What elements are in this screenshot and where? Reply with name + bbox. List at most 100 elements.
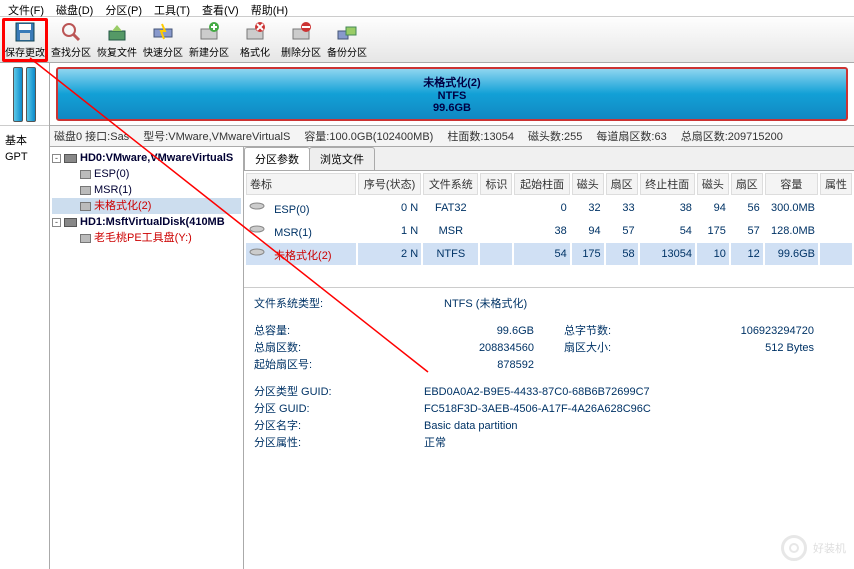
- col-id[interactable]: 标识: [480, 173, 512, 195]
- menu-view[interactable]: 查看(V): [196, 1, 245, 15]
- menu-help[interactable]: 帮助(H): [245, 1, 294, 15]
- volume-icon: [249, 222, 271, 236]
- disk-status-bar: 磁盘0 接口:Sas 型号:VMware,VMwareVirtualS 容量:1…: [50, 125, 854, 147]
- col-eh[interactable]: 磁头: [697, 173, 729, 195]
- tab-partition-params[interactable]: 分区参数: [244, 147, 310, 170]
- info-type-guid-label: 分区类型 GUID:: [254, 384, 364, 401]
- block-name: 未格式化(2): [423, 74, 480, 90]
- partition-map[interactable]: 未格式化(2) NTFS 99.6GB: [50, 63, 854, 125]
- info-bytes-label: 总字节数:: [564, 323, 644, 340]
- disk-tree[interactable]: -HD0:VMware,VMwareVirtualS ESP(0) MSR(1)…: [50, 147, 244, 569]
- menu-bar: 文件(F) 磁盘(D) 分区(P) 工具(T) 查看(V) 帮助(H): [0, 0, 854, 17]
- watermark: 好装机: [781, 535, 846, 561]
- col-cap[interactable]: 容量: [765, 173, 818, 195]
- recover-label: 恢复文件: [97, 44, 137, 59]
- volume-icon: [80, 202, 91, 211]
- tree-part-petools[interactable]: 老毛桃PE工具盘(Y:): [52, 230, 241, 246]
- partition-info: 文件系统类型:NTFS (未格式化) 总容量:99.6GB总字节数:106923…: [244, 287, 854, 460]
- volume-icon: [80, 186, 91, 195]
- col-sh[interactable]: 磁头: [572, 173, 604, 195]
- delete-icon: [290, 21, 312, 43]
- info-part-guid: FC518F3D-3AEB-4506-A17F-4A26A628C96C: [364, 401, 651, 418]
- volume-icon: [80, 170, 91, 179]
- tree-disk-hd0[interactable]: -HD0:VMware,VMwareVirtualS: [52, 150, 241, 166]
- info-sectors: 208834560: [364, 340, 564, 357]
- col-sc[interactable]: 起始柱面: [514, 173, 569, 195]
- save-label: 保存更改: [5, 44, 45, 59]
- new-partition-button[interactable]: 新建分区: [186, 18, 232, 62]
- table-row[interactable]: MSR(1)1 NMSR3894575417557128.0MB: [246, 220, 852, 241]
- col-ec[interactable]: 终止柱面: [640, 173, 695, 195]
- status-sectors-per-track: 每道扇区数:63: [596, 128, 666, 144]
- toolbar: 保存更改 查找分区 恢复文件 快速分区 新建分区 格式化 删除分区 备份分区: [0, 17, 854, 63]
- info-fs-value: NTFS (未格式化): [364, 296, 527, 313]
- watermark-text: 好装机: [813, 540, 846, 556]
- partition-block-unformatted[interactable]: 未格式化(2) NTFS 99.6GB: [56, 67, 848, 121]
- col-ss[interactable]: 扇区: [606, 173, 638, 195]
- tree-part-unformatted[interactable]: 未格式化(2): [52, 198, 241, 214]
- format-button[interactable]: 格式化: [232, 18, 278, 62]
- menu-file[interactable]: 文件(F): [2, 1, 50, 15]
- info-start-sector-label: 起始扇区号:: [254, 357, 364, 374]
- info-sector-size: 512 Bytes: [644, 340, 814, 357]
- collapse-icon[interactable]: -: [52, 154, 61, 163]
- status-interface: 磁盘0 接口:Sas: [54, 128, 129, 144]
- volume-icon: [249, 245, 271, 259]
- status-total-sectors: 总扇区数:209715200: [681, 128, 783, 144]
- info-start-sector: 878592: [364, 357, 564, 374]
- hdd-icon: [64, 154, 77, 163]
- left-panel: 基本 GPT: [0, 63, 50, 569]
- tab-browse-files[interactable]: 浏览文件: [309, 147, 375, 170]
- backup-partition-button[interactable]: 备份分区: [324, 18, 370, 62]
- table-row[interactable]: 未格式化(2)2 NNTFS541755813054101299.6GB: [246, 243, 852, 265]
- info-part-name-label: 分区名字:: [254, 418, 364, 435]
- table-row[interactable]: ESP(0)0 NFAT3203233389456300.0MB: [246, 197, 852, 218]
- col-fs[interactable]: 文件系统: [423, 173, 478, 195]
- status-model: 型号:VMware,VMwareVirtualS: [143, 128, 290, 144]
- find-partition-button[interactable]: 查找分区: [48, 18, 94, 62]
- col-label[interactable]: 卷标: [246, 173, 356, 195]
- partition-table: 卷标 序号(状态) 文件系统 标识 起始柱面 磁头 扇区 终止柱面 磁头 扇区 …: [244, 171, 854, 267]
- volume-icon: [80, 234, 91, 243]
- status-heads: 磁头数:255: [528, 128, 582, 144]
- collapse-icon[interactable]: -: [52, 218, 61, 227]
- new-label: 新建分区: [189, 44, 229, 59]
- col-es[interactable]: 扇区: [731, 173, 763, 195]
- basic-label: 基本: [5, 132, 44, 148]
- gpt-label: GPT: [5, 151, 44, 163]
- find-label: 查找分区: [51, 44, 91, 59]
- quick-icon: [152, 21, 174, 43]
- tree-disk-hd1[interactable]: -HD1:MsftVirtualDisk(410MB: [52, 214, 241, 230]
- delete-partition-button[interactable]: 删除分区: [278, 18, 324, 62]
- save-changes-button[interactable]: 保存更改: [2, 18, 48, 62]
- hdd-icon: [64, 218, 77, 227]
- format-icon: [244, 21, 266, 43]
- col-attr[interactable]: 属性: [820, 173, 852, 195]
- disk-thumbnail[interactable]: [0, 63, 49, 125]
- new-icon: [198, 21, 220, 43]
- info-part-guid-label: 分区 GUID:: [254, 401, 364, 418]
- recover-file-button[interactable]: 恢复文件: [94, 18, 140, 62]
- watermark-logo-icon: [781, 535, 807, 561]
- disk-bar-icon: [26, 67, 36, 122]
- quick-label: 快速分区: [143, 44, 183, 59]
- info-part-attr: 正常: [364, 435, 446, 452]
- info-part-attr-label: 分区属性:: [254, 435, 364, 452]
- tree-part-msr[interactable]: MSR(1): [52, 182, 241, 198]
- quick-partition-button[interactable]: 快速分区: [140, 18, 186, 62]
- backup-icon: [336, 21, 358, 43]
- menu-tool[interactable]: 工具(T): [148, 1, 196, 15]
- info-sector-size-label: 扇区大小:: [564, 340, 644, 357]
- menu-partition[interactable]: 分区(P): [99, 1, 148, 15]
- backup-label: 备份分区: [327, 44, 367, 59]
- tree-part-esp[interactable]: ESP(0): [52, 166, 241, 182]
- menu-disk[interactable]: 磁盘(D): [50, 1, 99, 15]
- info-part-name: Basic data partition: [364, 418, 518, 435]
- col-seq[interactable]: 序号(状态): [358, 173, 421, 195]
- recover-icon: [106, 21, 128, 43]
- floppy-disk-icon: [14, 21, 36, 43]
- info-total-cap-label: 总容量:: [254, 323, 364, 340]
- format-label: 格式化: [240, 44, 270, 59]
- block-fs: NTFS: [438, 90, 467, 102]
- block-size: 99.6GB: [433, 102, 471, 114]
